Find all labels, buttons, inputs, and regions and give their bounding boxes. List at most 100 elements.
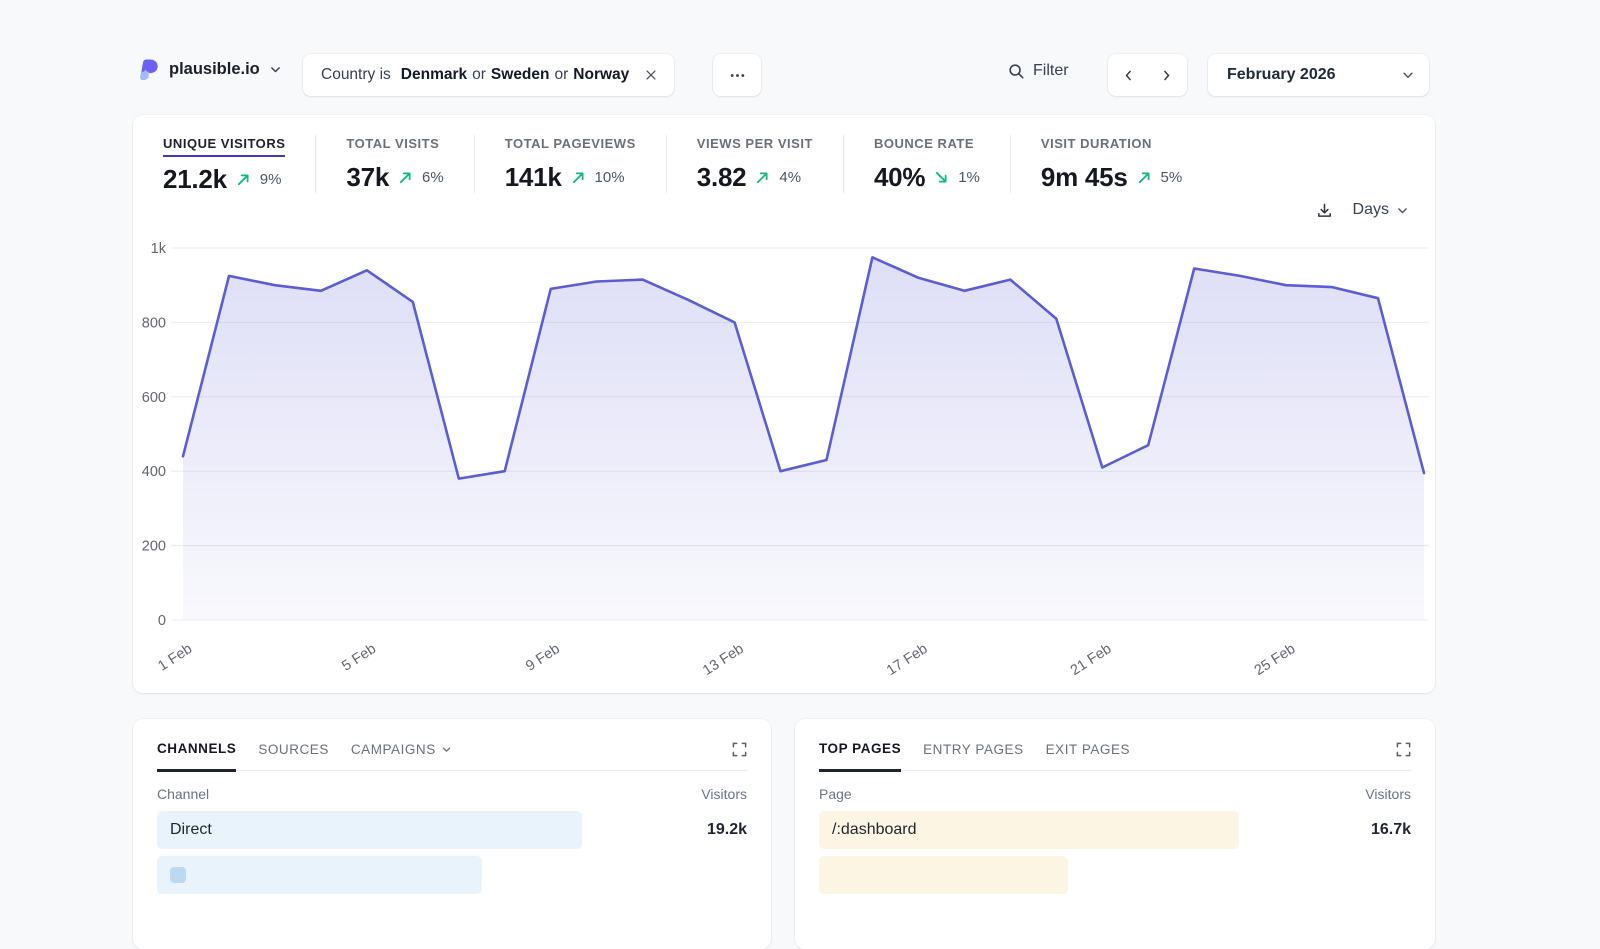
trend-down-icon (934, 170, 949, 185)
visitors-graph-panel: UNIQUE VISITORS 21.2k 9% TOTAL VISITS 37… (133, 115, 1435, 693)
svg-text:600: 600 (142, 390, 166, 406)
metric-change: 9% (260, 171, 282, 188)
chip-or: or (472, 66, 486, 84)
metric-label: UNIQUE VISITORS (163, 136, 285, 157)
page-row-dashboard[interactable]: /:dashboard 16.7k (819, 811, 1411, 849)
tab-label: SOURCES (258, 742, 329, 757)
metric-change: 5% (1161, 169, 1183, 186)
filter-label: Filter (1033, 62, 1069, 80)
tab-label: CAMPAIGNS (351, 742, 436, 757)
chip-prefix: Country is (321, 66, 391, 84)
favicon-icon (170, 867, 186, 883)
ellipsis-icon (729, 67, 746, 84)
svg-text:400: 400 (142, 464, 166, 480)
trend-up-icon (571, 170, 586, 185)
tab-label: TOP PAGES (819, 741, 901, 756)
row-name: Direct (170, 821, 212, 839)
svg-text:200: 200 (142, 539, 166, 555)
chevron-down-icon (1396, 204, 1409, 217)
channels-tabs: CHANNELS SOURCES CAMPAIGNS (157, 741, 747, 771)
chevron-down-icon (269, 63, 282, 76)
metric-change: 1% (958, 169, 980, 186)
trend-up-icon (398, 170, 413, 185)
metric-value: 40% (874, 162, 925, 193)
trend-up-icon (755, 170, 770, 185)
trend-up-icon (1137, 170, 1152, 185)
metric-unique-visitors[interactable]: UNIQUE VISITORS 21.2k 9% (163, 135, 315, 195)
svg-text:21 Feb: 21 Feb (1068, 641, 1115, 679)
channel-row-partial[interactable] (157, 856, 747, 894)
interval-label: Days (1353, 201, 1389, 219)
column-header-channel: Channel (157, 786, 209, 802)
interval-select[interactable]: Days (1353, 201, 1409, 219)
site-switcher[interactable]: plausible.io (137, 58, 282, 81)
tab-label: CHANNELS (157, 741, 236, 756)
row-bar (819, 856, 1068, 894)
metric-label: TOTAL PAGEVIEWS (505, 136, 636, 155)
expand-icon[interactable] (732, 742, 747, 770)
filter-chip-country[interactable]: Country is Denmark or Sweden or Norway (303, 54, 674, 96)
svg-text:0: 0 (158, 613, 166, 629)
column-header-visitors: Visitors (701, 786, 747, 802)
download-icon[interactable] (1316, 202, 1333, 219)
tab-campaigns[interactable]: CAMPAIGNS (351, 742, 452, 770)
chip-close-icon[interactable] (644, 68, 658, 82)
chip-or: or (555, 66, 569, 84)
chevron-down-icon (441, 744, 452, 755)
metric-label: BOUNCE RATE (874, 136, 974, 155)
tab-top-pages[interactable]: TOP PAGES (819, 741, 901, 772)
prev-period-button[interactable] (1112, 56, 1146, 94)
metric-value: 141k (505, 162, 562, 193)
channels-panel: CHANNELS SOURCES CAMPAIGNS Channel Visit… (133, 719, 771, 949)
tab-label: ENTRY PAGES (923, 742, 1023, 757)
svg-text:1 Feb: 1 Feb (155, 641, 195, 675)
svg-text:5 Feb: 5 Feb (339, 641, 379, 675)
search-icon (1008, 63, 1025, 80)
tab-sources[interactable]: SOURCES (258, 742, 329, 770)
chevron-down-icon (1401, 68, 1415, 82)
plausible-logo-icon (137, 58, 160, 81)
metric-views-per-visit[interactable]: VIEWS PER VISIT 3.82 4% (666, 135, 843, 193)
next-period-button[interactable] (1149, 56, 1183, 94)
channel-row-direct[interactable]: Direct 19.2k (157, 811, 747, 849)
metric-change: 10% (595, 169, 625, 186)
metric-value: 3.82 (697, 162, 747, 193)
visitors-area-chart[interactable]: 02004006008001k1 Feb5 Feb9 Feb13 Feb17 F… (141, 233, 1435, 681)
metric-total-pageviews[interactable]: TOTAL PAGEVIEWS 141k 10% (474, 135, 666, 193)
row-bar (157, 856, 482, 894)
metric-label: VIEWS PER VISIT (697, 136, 813, 155)
row-name: /:dashboard (832, 821, 917, 839)
more-filters-button[interactable] (713, 54, 761, 96)
svg-text:25 Feb: 25 Feb (1252, 641, 1299, 679)
date-range-picker[interactable]: February 2026 (1208, 54, 1429, 96)
tab-channels[interactable]: CHANNELS (157, 741, 236, 772)
trend-up-icon (236, 172, 251, 187)
metric-value: 37k (346, 162, 389, 193)
metric-label: TOTAL VISITS (346, 136, 439, 155)
page-row-partial[interactable] (819, 856, 1411, 894)
top-stats-row: UNIQUE VISITORS 21.2k 9% TOTAL VISITS 37… (133, 115, 1435, 195)
tab-exit-pages[interactable]: EXIT PAGES (1046, 742, 1130, 770)
svg-text:800: 800 (142, 315, 166, 331)
pages-panel: TOP PAGES ENTRY PAGES EXIT PAGES Page Vi… (795, 719, 1435, 949)
chip-country-1: Denmark (401, 66, 467, 84)
metric-visit-duration[interactable]: VISIT DURATION 9m 45s 5% (1010, 135, 1212, 193)
svg-text:9 Feb: 9 Feb (523, 641, 563, 675)
row-value: 16.7k (1371, 821, 1411, 839)
svg-text:17 Feb: 17 Feb (884, 641, 931, 679)
row-bar (157, 811, 582, 849)
chip-country-3: Norway (573, 66, 629, 84)
metric-label: VISIT DURATION (1041, 136, 1152, 155)
row-name (170, 867, 186, 883)
row-value: 19.2k (707, 821, 747, 839)
chip-country-2: Sweden (491, 66, 550, 84)
expand-icon[interactable] (1396, 742, 1411, 770)
filter-button[interactable]: Filter (1008, 62, 1069, 80)
metric-bounce-rate[interactable]: BOUNCE RATE 40% 1% (843, 135, 1010, 193)
date-range-label: February 2026 (1227, 66, 1336, 84)
column-header-page: Page (819, 786, 852, 802)
tab-label: EXIT PAGES (1046, 742, 1130, 757)
tab-entry-pages[interactable]: ENTRY PAGES (923, 742, 1023, 770)
metric-value: 21.2k (163, 164, 227, 195)
metric-total-visits[interactable]: TOTAL VISITS 37k 6% (315, 135, 473, 193)
